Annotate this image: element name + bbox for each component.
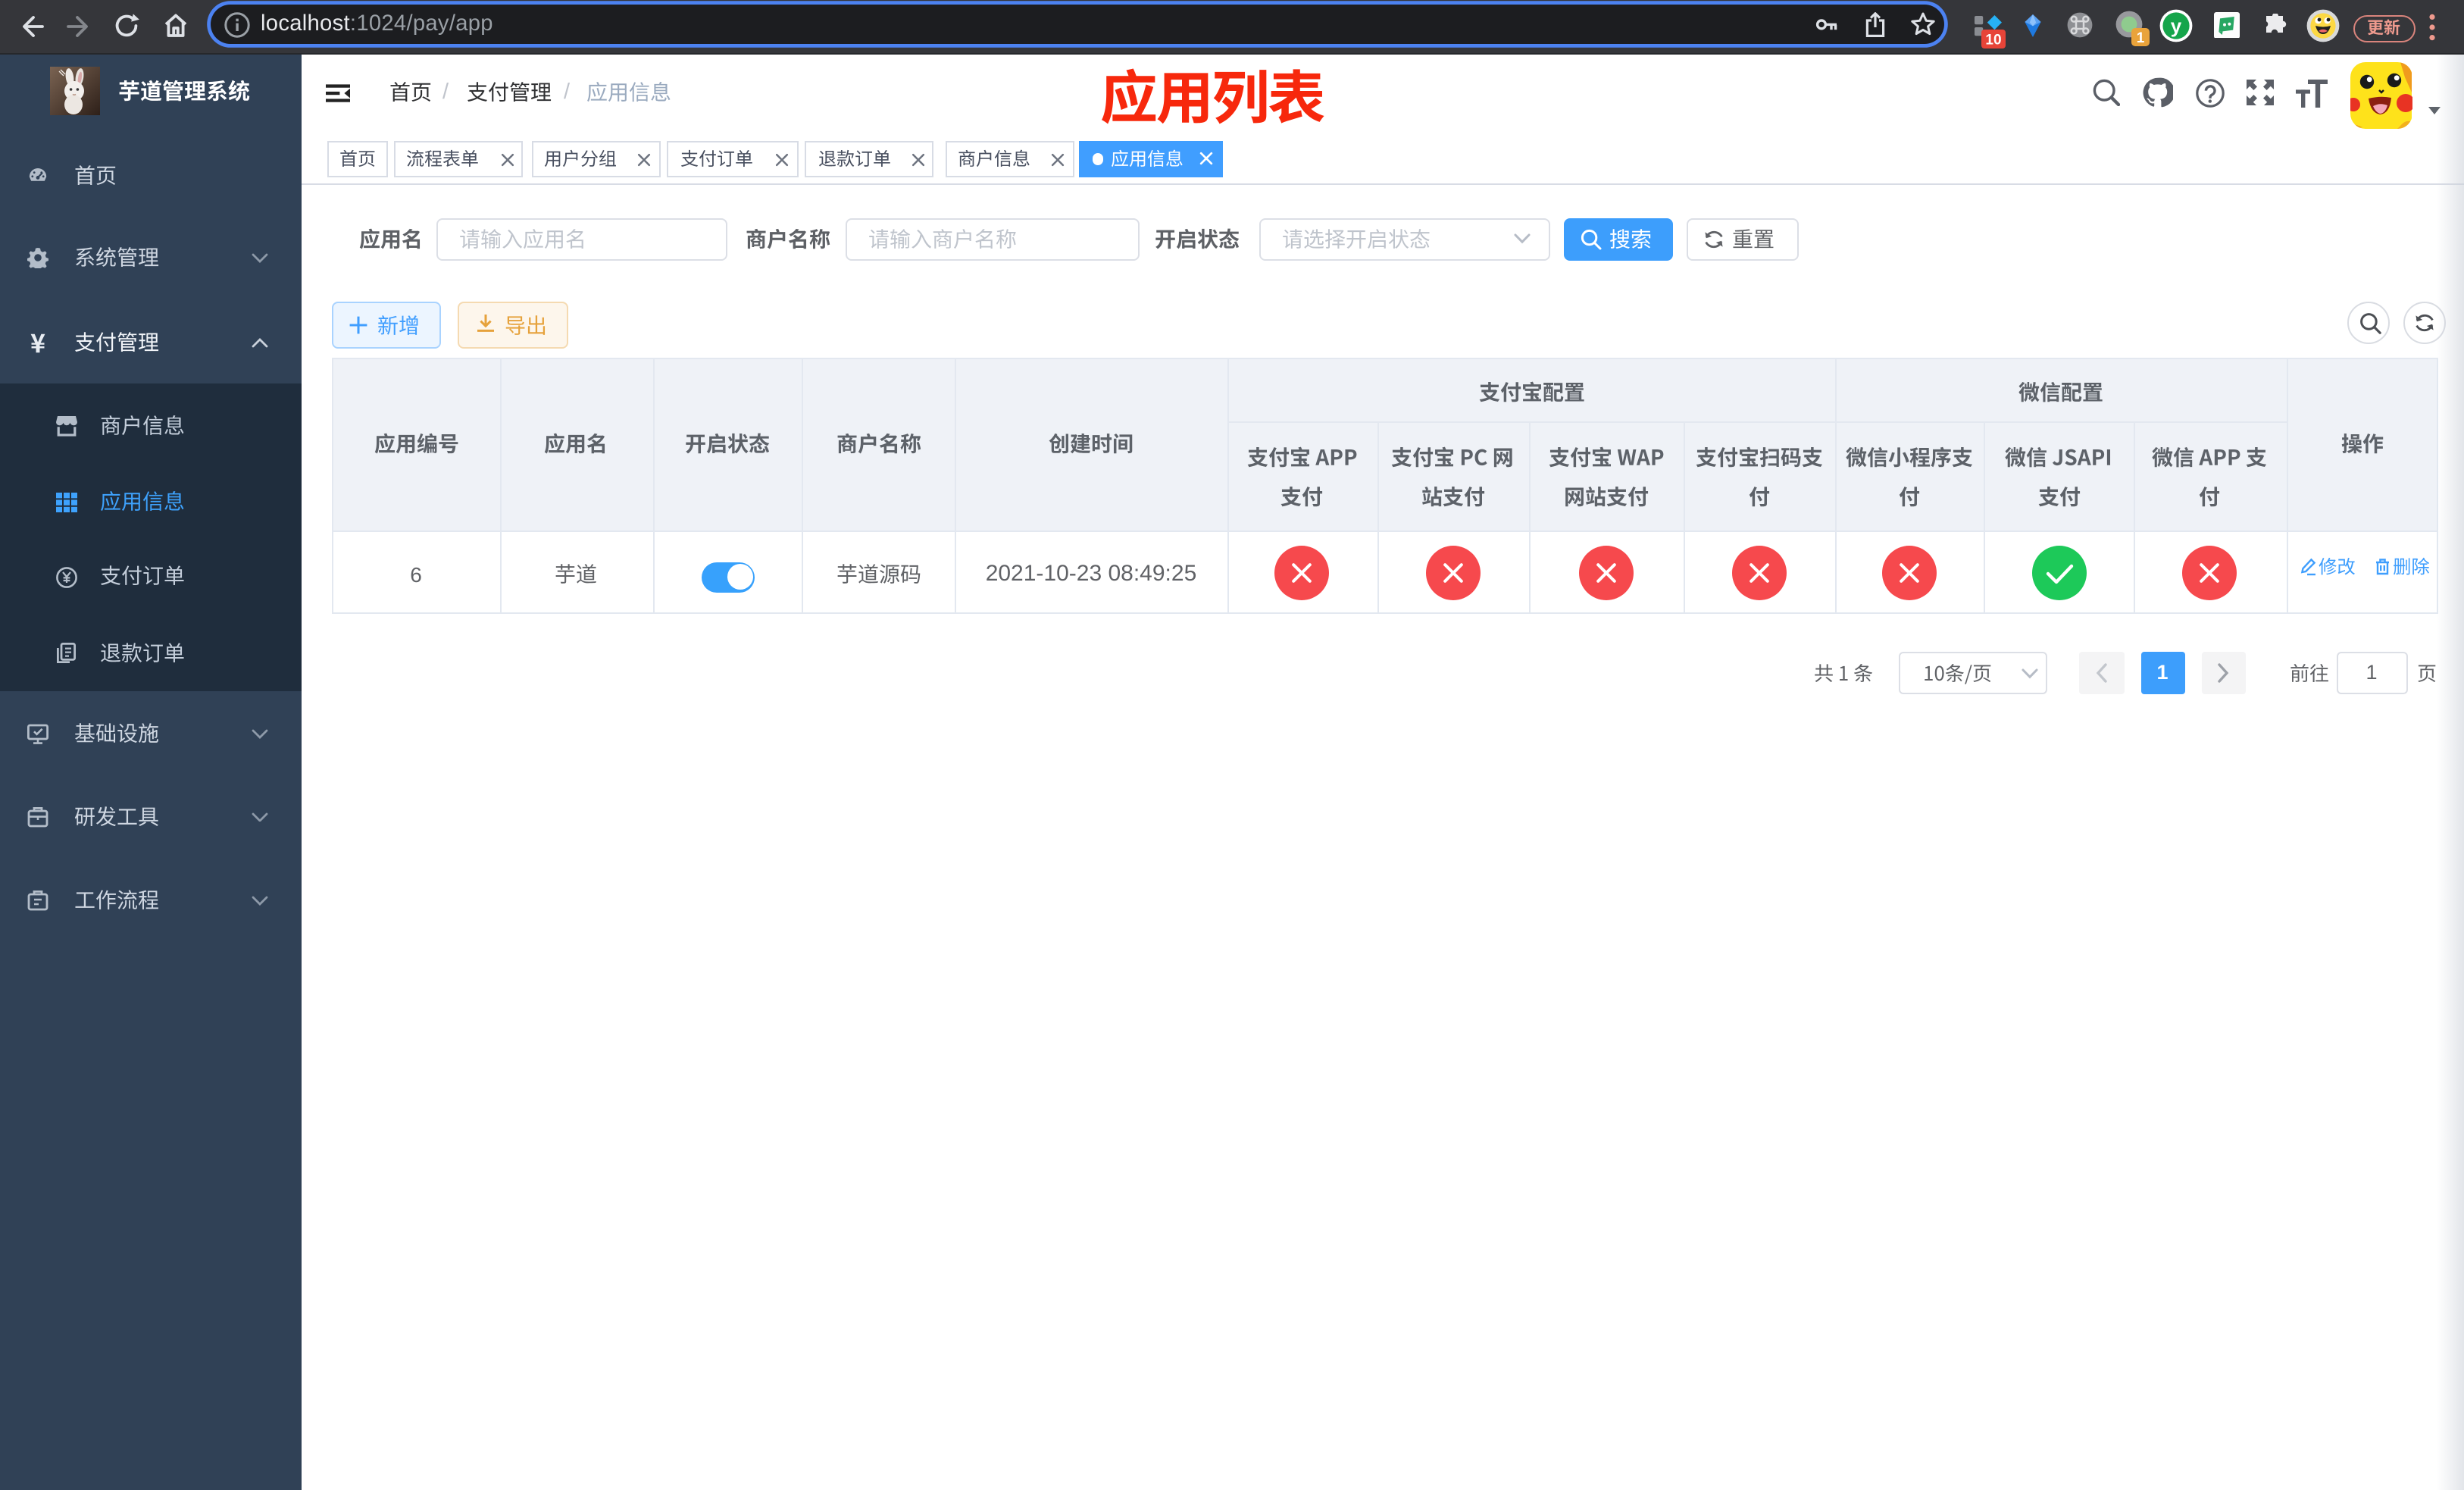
svg-text:10: 10 <box>1985 32 2001 48</box>
svg-text:1: 1 <box>2137 30 2145 46</box>
svg-text:y: y <box>2170 14 2181 36</box>
